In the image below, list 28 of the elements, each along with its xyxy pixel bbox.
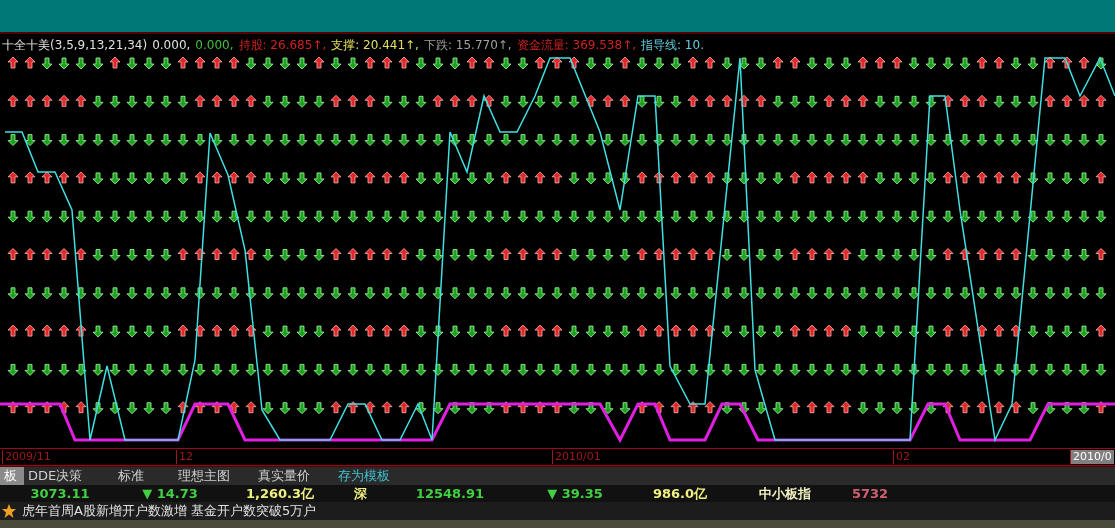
ticker-value: 3073.11	[29, 486, 91, 501]
tab[interactable]: DDE决策	[24, 467, 114, 485]
date-label: 2010/01	[552, 450, 603, 464]
date-label: 2009/11	[2, 450, 53, 464]
ticker-value: 深	[352, 484, 368, 503]
legend-label: 下跌: 15.770↑,	[423, 36, 512, 54]
date-label: 2010/0	[1070, 450, 1114, 464]
ticker-value: 5732	[850, 486, 890, 501]
ticker-value: 1,260.3亿	[244, 484, 316, 503]
date-label: 12	[176, 450, 195, 464]
legend-label: 支撑: 20.441↑,	[331, 36, 419, 54]
ticker-value: 12548.91	[414, 486, 486, 501]
tab[interactable]: 真实量价	[254, 467, 334, 485]
ticker-value: ▼ 39.35	[546, 486, 604, 501]
legend-label: 0.000,	[195, 38, 234, 52]
ticker-value: ▼ 14.73	[141, 486, 199, 501]
date-label: 02	[893, 450, 912, 464]
tab[interactable]: 存为模板	[334, 467, 424, 485]
legend-label: 资金流量: 369.538↑,	[516, 36, 636, 54]
legend-label: 持股: 26.685↑,	[238, 36, 327, 54]
ticker-value: 986.0亿	[651, 484, 709, 503]
star-icon	[2, 504, 16, 518]
legend-label: 0.000,	[152, 38, 191, 52]
ticker-value: 中小板指	[758, 484, 812, 503]
legend-label: 十全十美(3,5,9,13,21,34)	[2, 36, 148, 54]
tab[interactable]: 理想主图	[174, 467, 254, 485]
legend-label: 指导线: 10.	[641, 36, 704, 54]
tab[interactable]: 标准	[114, 467, 174, 485]
